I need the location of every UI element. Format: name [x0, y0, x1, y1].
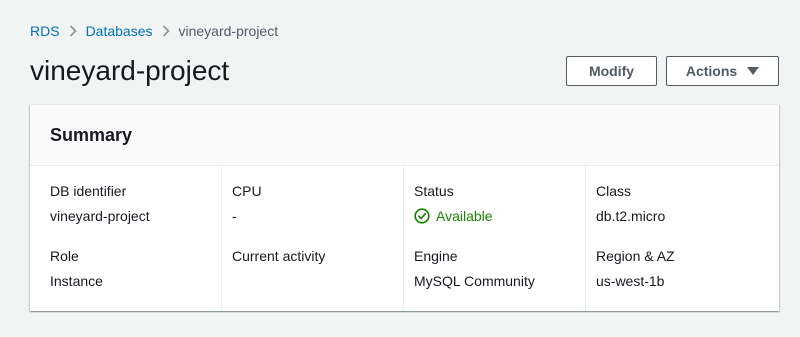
- modify-button-label: Modify: [588, 63, 635, 79]
- status-label: Status: [414, 183, 454, 199]
- db-identifier-field: DB identifier vineyard-project: [50, 182, 221, 247]
- summary-column-1: DB identifier vineyard-project Role Inst…: [30, 166, 221, 311]
- chevron-right-icon: [153, 25, 179, 37]
- page-title: vineyard-project: [30, 55, 230, 86]
- engine-field: Engine MySQL Community: [414, 247, 585, 312]
- db-identifier-label: DB identifier: [50, 183, 127, 199]
- chevron-right-icon: [60, 25, 86, 37]
- status-field: Status Available: [414, 182, 585, 247]
- class-label: Class: [596, 183, 632, 199]
- check-circle-icon: [414, 208, 430, 224]
- db-identifier-value: vineyard-project: [50, 208, 150, 224]
- engine-label: Engine: [414, 248, 458, 264]
- cpu-field: CPU -: [232, 182, 403, 247]
- summary-column-2: CPU - Current activity: [221, 166, 403, 311]
- actions-dropdown-button[interactable]: Actions: [666, 56, 779, 86]
- cpu-value: -: [232, 208, 237, 224]
- role-field: Role Instance: [50, 247, 221, 312]
- engine-value: MySQL Community: [414, 273, 535, 289]
- region-az-label: Region & AZ: [596, 248, 675, 264]
- status-badge: Available: [414, 207, 585, 225]
- summary-title: Summary: [50, 124, 133, 145]
- breadcrumb-current: vineyard-project: [178, 23, 279, 39]
- summary-panel: Summary DB identifier vineyard-project R…: [30, 104, 779, 311]
- breadcrumb-databases-link[interactable]: Databases: [86, 22, 153, 40]
- role-label: Role: [50, 248, 79, 264]
- region-az-value: us-west-1b: [596, 273, 665, 289]
- summary-column-4: Class db.t2.micro Region & AZ us-west-1b: [585, 166, 778, 311]
- class-field: Class db.t2.micro: [596, 182, 778, 247]
- role-value: Instance: [50, 273, 103, 289]
- summary-grid: DB identifier vineyard-project Role Inst…: [30, 166, 779, 311]
- rds-database-detail-page: RDS Databases vineyard-project vineyard-…: [0, 0, 800, 337]
- actions-button-label: Actions: [685, 63, 738, 79]
- caret-down-icon: [747, 67, 760, 75]
- current-activity-field: Current activity: [232, 247, 403, 312]
- modify-button[interactable]: Modify: [566, 56, 657, 86]
- summary-panel-header: Summary: [30, 105, 779, 166]
- current-activity-label: Current activity: [232, 248, 326, 264]
- cpu-label: CPU: [232, 183, 262, 199]
- status-value: Available: [436, 208, 493, 224]
- breadcrumb: RDS Databases vineyard-project: [30, 22, 278, 40]
- region-az-field: Region & AZ us-west-1b: [596, 247, 778, 312]
- class-value: db.t2.micro: [596, 208, 666, 224]
- summary-column-3: Status Available Engine MySQL Community: [403, 166, 585, 311]
- breadcrumb-rds-link[interactable]: RDS: [30, 22, 60, 40]
